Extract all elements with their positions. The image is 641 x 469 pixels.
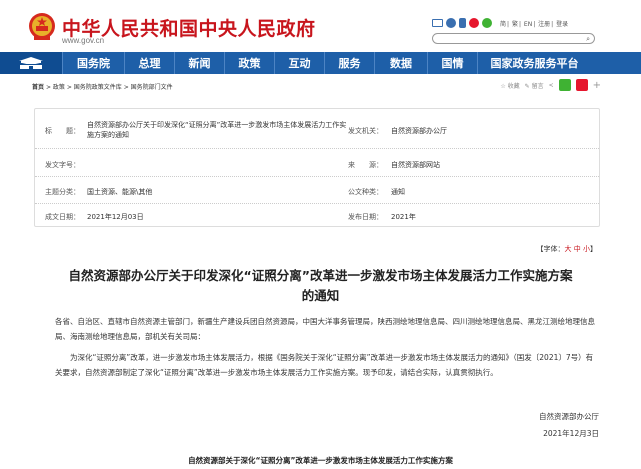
- weibo-share-icon[interactable]: [575, 79, 588, 91]
- issuer-value: 自然资源部办公厅: [391, 127, 447, 135]
- nav-news[interactable]: 新闻: [174, 52, 224, 74]
- signature-date: 2021年12月3日: [543, 429, 599, 438]
- breadcrumb: 首页 > 政策 > 国务院政策文件库 > 国务院部门文件: [32, 82, 173, 91]
- comment-link[interactable]: ✎ 留言: [525, 81, 544, 90]
- breadcrumb-sep: >: [45, 84, 51, 91]
- breadcrumb-home[interactable]: 首页: [32, 84, 44, 91]
- written-date-label: 成文日期：: [45, 213, 80, 221]
- breadcrumb-policy-library[interactable]: 国务院政策文件库: [74, 84, 122, 91]
- font-size-suffix: 】: [590, 245, 597, 253]
- top-toolbar: 简| 繁| EN| 注册| 登录: [432, 17, 569, 29]
- row-divider: [35, 176, 599, 177]
- signature-org: 自然资源部办公厅: [539, 412, 599, 421]
- nav-state-council[interactable]: 国务院: [62, 52, 124, 74]
- article-subtitle: 自然资源部关于深化“证照分离”改革进一步激发市场主体发展活力工作实施方案: [188, 456, 453, 465]
- source-value: 自然资源部网站: [391, 161, 440, 169]
- title-value: 自然资源部办公厅关于印发深化“证照分离”改革进一步激发市场主体发展活力工作实施方…: [87, 121, 347, 139]
- link-english[interactable]: EN: [524, 21, 532, 28]
- title-label: 标 题：: [45, 127, 80, 135]
- article-recipients: 各省、自治区、直辖市自然资源主管部门，新疆生产建设兵团自然资源局，中国大洋事务管…: [55, 317, 595, 341]
- font-size-small[interactable]: 小: [583, 245, 590, 253]
- written-date-value: 2021年12月03日: [87, 213, 144, 221]
- site-url[interactable]: www.gov.cn: [62, 36, 104, 45]
- nav-policy[interactable]: 政策: [224, 52, 274, 74]
- font-size-medium[interactable]: 中: [574, 245, 581, 253]
- favorite-link[interactable]: ☆ 收藏: [500, 81, 519, 90]
- share-icon[interactable]: <: [549, 82, 554, 89]
- more-share-icon[interactable]: +: [593, 80, 601, 91]
- share-bar: ☆ 收藏 ✎ 留言 < +: [500, 79, 601, 91]
- weibo-icon[interactable]: [469, 18, 479, 28]
- font-size-switcher: 【字体：大 中 小】: [537, 244, 597, 254]
- nav-data[interactable]: 数据: [374, 52, 427, 74]
- article-title: 自然资源部办公厅关于印发深化“证照分离”改革进一步激发市场主体发展活力工作实施方…: [68, 268, 573, 303]
- topic-label: 主题分类：: [45, 188, 80, 196]
- link-register[interactable]: 注册: [538, 21, 550, 28]
- topic-value: 国土资源、能源\其他: [87, 188, 153, 196]
- mobile-icon[interactable]: [459, 18, 466, 28]
- link-traditional[interactable]: 繁: [512, 21, 518, 28]
- breadcrumb-sep: >: [66, 84, 72, 91]
- nav-home[interactable]: [0, 52, 62, 74]
- link-simplified[interactable]: 简: [500, 21, 506, 28]
- link-login[interactable]: 登录: [556, 21, 568, 28]
- nav-national-info[interactable]: 国情: [427, 52, 477, 74]
- published-date-value: 2021年: [391, 213, 416, 221]
- top-links: 简| 繁| EN| 注册| 登录: [500, 20, 569, 28]
- doc-no-label: 发文字号：: [45, 161, 80, 169]
- published-date-label: 发布日期：: [348, 213, 383, 221]
- search-icon[interactable]: ⌕: [586, 35, 590, 43]
- type-value: 通知: [391, 188, 405, 196]
- font-size-prefix: 【字体：: [536, 245, 565, 253]
- site-header: 中华人民共和国中央人民政府 www.gov.cn 简| 繁| EN| 注册| 登…: [0, 0, 641, 52]
- comment-label: 留言: [531, 82, 544, 90]
- nav-interaction[interactable]: 互动: [274, 52, 324, 74]
- nav-gov-service-platform[interactable]: 国家政务服务平台: [477, 52, 591, 74]
- breadcrumb-sep: >: [123, 84, 129, 91]
- breadcrumb-policy[interactable]: 政策: [53, 84, 65, 91]
- main-nav: 国务院 总理 新闻 政策 互动 服务 数据 国情 国家政务服务平台: [0, 52, 641, 74]
- breadcrumb-dept-docs[interactable]: 国务院部门文件: [131, 84, 173, 91]
- national-emblem-icon[interactable]: [28, 12, 56, 42]
- issuer-label: 发文机关：: [348, 127, 383, 135]
- wechat-share-icon[interactable]: [558, 79, 571, 91]
- row-divider: [35, 148, 599, 149]
- search-input[interactable]: ⌕: [432, 33, 595, 44]
- source-label: 来 源：: [348, 161, 383, 169]
- font-size-large[interactable]: 大: [565, 245, 572, 253]
- nav-premier[interactable]: 总理: [124, 52, 174, 74]
- nav-services[interactable]: 服务: [324, 52, 374, 74]
- document-info-table: 标 题： 自然资源部办公厅关于印发深化“证照分离”改革进一步激发市场主体发展活力…: [34, 108, 600, 227]
- app-icon[interactable]: [446, 18, 456, 28]
- wechat-icon[interactable]: [482, 18, 492, 28]
- favorite-label: 收藏: [507, 82, 520, 90]
- type-label: 公文种类：: [348, 188, 383, 196]
- row-divider: [35, 203, 599, 204]
- article-body: 为深化“证照分离”改革，进一步激发市场主体发展活力，根据《国务院关于深化“证照分…: [55, 353, 594, 377]
- mail-icon[interactable]: [432, 19, 443, 27]
- tiananmen-icon: [19, 57, 43, 69]
